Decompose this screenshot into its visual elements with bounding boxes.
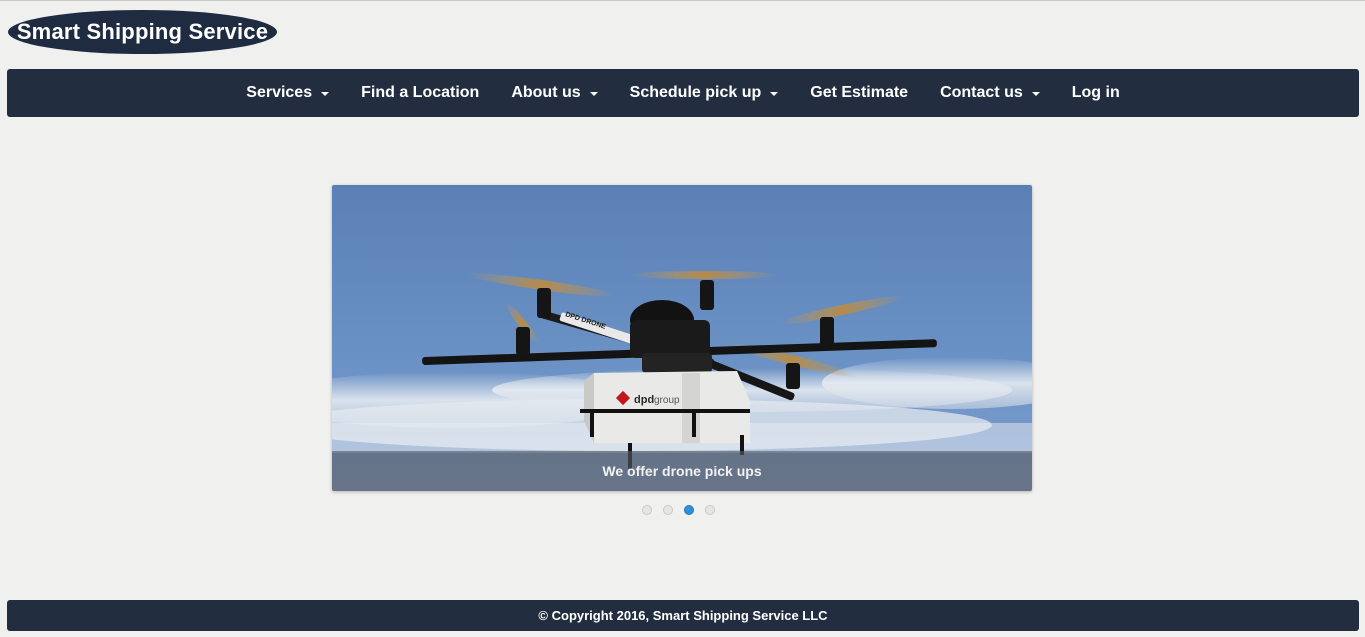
nav-contact-us[interactable]: Contact us (924, 69, 1056, 117)
copyright-text: © Copyright 2016, Smart Shipping Service… (538, 608, 828, 623)
image-carousel[interactable]: DPD DRONE dpd group We offer drone pick … (332, 185, 1032, 491)
nav-schedule-pickup[interactable]: Schedule pick up (614, 69, 795, 117)
carousel-dot-3[interactable] (684, 505, 694, 515)
nav-about-us[interactable]: About us (495, 69, 613, 117)
nav-services-label: Services (246, 84, 313, 101)
caret-down-icon (1031, 92, 1040, 96)
nav-contact-us-label: Contact us (940, 84, 1023, 101)
nav-get-estimate[interactable]: Get Estimate (794, 69, 924, 117)
carousel-dot-1[interactable] (642, 505, 652, 515)
carousel-caption: We offer drone pick ups (602, 463, 762, 479)
nav-get-estimate-label: Get Estimate (810, 84, 909, 101)
nav-about-us-label: About us (511, 84, 581, 101)
site-footer: © Copyright 2016, Smart Shipping Service… (7, 600, 1359, 631)
nav-schedule-pickup-label: Schedule pick up (629, 84, 762, 101)
nav-services[interactable]: Services (230, 69, 345, 117)
nav-find-location[interactable]: Find a Location (345, 69, 495, 117)
caret-down-icon (321, 92, 330, 96)
carousel-dot-4[interactable] (705, 505, 715, 515)
main-navbar: Services Find a Location About us Schedu… (7, 69, 1359, 117)
carousel-indicators (642, 505, 715, 515)
carousel-dot-2[interactable] (663, 505, 673, 515)
caret-down-icon (770, 92, 779, 96)
parcel-brand-suffix-text: group (654, 395, 680, 406)
drone-slide-image: DPD DRONE dpd group (332, 185, 1032, 491)
caret-down-icon (589, 92, 598, 96)
carousel-caption-bar: We offer drone pick ups (332, 451, 1032, 491)
site-logo[interactable]: Smart Shipping Service (8, 10, 277, 54)
nav-find-location-label: Find a Location (361, 84, 480, 101)
nav-log-in[interactable]: Log in (1056, 69, 1136, 117)
nav-log-in-label: Log in (1071, 84, 1120, 101)
parcel-brand-text: dpd (634, 394, 654, 406)
